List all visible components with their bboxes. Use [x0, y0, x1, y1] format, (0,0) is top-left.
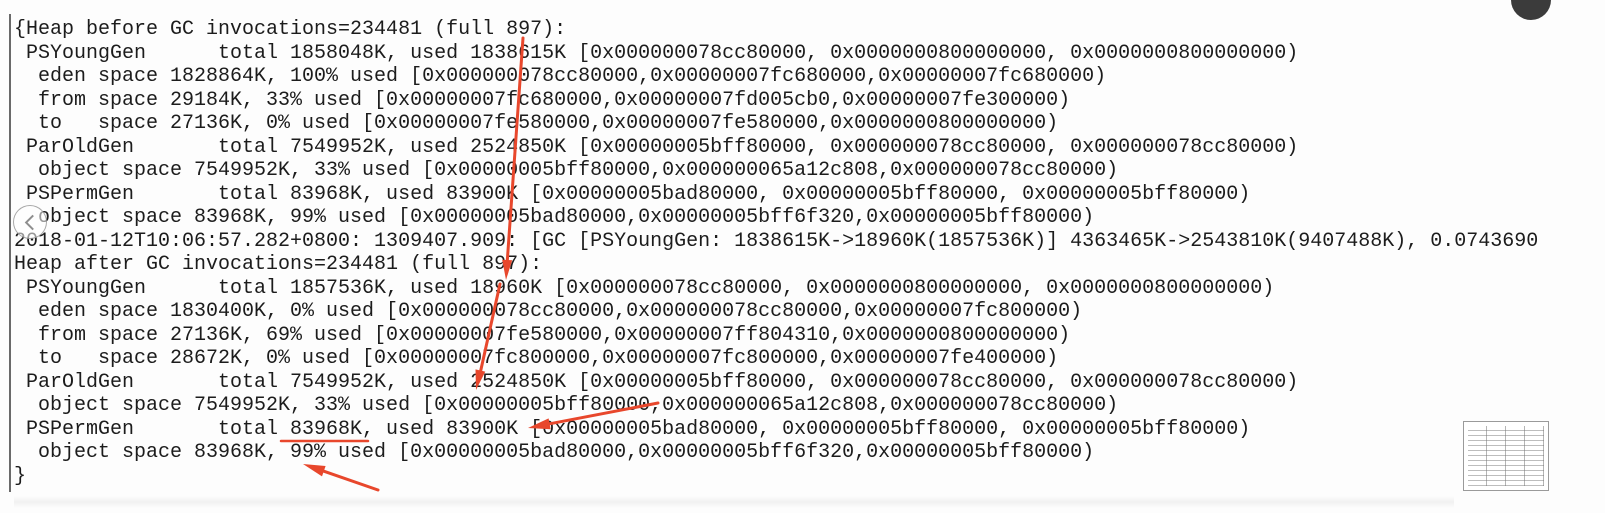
circle-button-icon[interactable] — [1511, 0, 1551, 20]
thumbnail-icon — [1468, 426, 1544, 486]
log-line: } — [14, 464, 27, 488]
log-line: {Heap before GC invocations=234481 (full… — [14, 18, 567, 41]
log-line: PSPermGen total 83968K, used 83900K [0x0… — [14, 182, 1251, 206]
log-line: ParOldGen total 7549952K, used 2524850K … — [14, 135, 1299, 159]
log-line: to space 28672K, 0% used [0x00000007fc80… — [14, 347, 1059, 371]
log-line: from space 27136K, 69% used [0x00000007f… — [14, 323, 1071, 347]
log-line: object space 83968K, 99% used [0x0000000… — [14, 206, 1095, 230]
previous-image-button[interactable] — [13, 205, 47, 239]
log-line: ParOldGen total 7549952K, used 2524850K … — [14, 370, 1299, 394]
log-line: object space 7549952K, 33% used [0x00000… — [14, 394, 1119, 418]
log-line: eden space 1830400K, 0% used [0x00000007… — [14, 300, 1083, 324]
image-viewer: {Heap before GC invocations=234481 (full… — [0, 0, 1605, 513]
log-line: 2018-01-12T10:06:57.282+0800: 1309407.90… — [14, 229, 1539, 253]
log-line: object space 7549952K, 33% used [0x00000… — [14, 159, 1119, 183]
log-line: PSYoungGen total 1858048K, used 1838615K… — [14, 41, 1299, 65]
log-line: to space 27136K, 0% used [0x00000007fe58… — [14, 112, 1059, 136]
chevron-left-icon — [24, 214, 41, 231]
log-line: Heap after GC invocations=234481 (full 8… — [14, 253, 543, 277]
log-line: from space 29184K, 33% used [0x00000007f… — [14, 88, 1071, 112]
left-border-line — [9, 14, 11, 492]
log-line: object space 83968K, 99% used [0x0000000… — [14, 441, 1095, 465]
log-line: PSYoungGen total 1857536K, used 18960K [… — [14, 276, 1275, 300]
thumbnail-preview[interactable] — [1463, 421, 1549, 491]
log-line: PSPermGen total 83968K, used 83900K [0x0… — [14, 417, 1251, 441]
gc-log-output: {Heap before GC invocations=234481 (full… — [14, 18, 1599, 492]
blurred-next-line — [14, 496, 1454, 508]
log-line: eden space 1828864K, 100% used [0x000000… — [14, 65, 1107, 89]
